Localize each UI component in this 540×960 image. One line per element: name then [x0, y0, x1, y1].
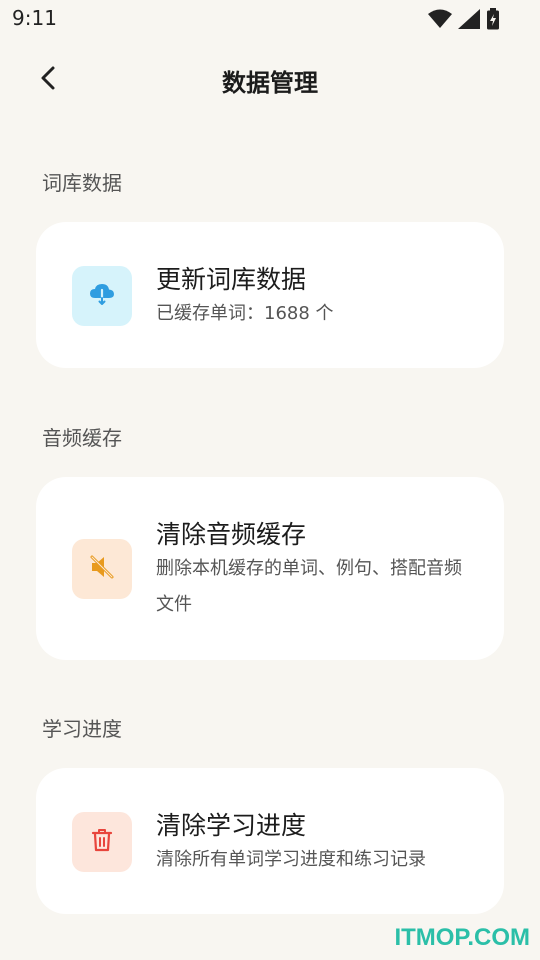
- update-dictionary-title: 更新词库数据: [156, 265, 307, 294]
- header: 数据管理: [0, 50, 540, 110]
- battery-charging-icon: [486, 8, 500, 34]
- clear-progress-icon-box: [72, 812, 132, 872]
- wifi-icon: [428, 9, 452, 33]
- clear-audio-desc: 删除本机缓存的单词、例句、搭配音频文件: [156, 558, 462, 615]
- section-title-progress: 学习进度: [42, 717, 122, 741]
- clear-progress-title: 清除学习进度: [156, 811, 307, 840]
- status-icons: [428, 8, 500, 34]
- watermark: ITMOP.COM: [394, 924, 530, 951]
- section-title-dictionary: 词库数据: [42, 171, 122, 195]
- signal-icon: [458, 9, 480, 33]
- status-time: 9:11: [12, 6, 57, 30]
- clear-progress-card[interactable]: 清除学习进度 清除所有单词学习进度和练习记录: [36, 768, 504, 914]
- trash-icon: [90, 827, 114, 857]
- update-dictionary-desc: 已缓存单词：1688 个: [156, 303, 334, 324]
- speaker-muted-icon: [88, 553, 116, 585]
- update-dictionary-card[interactable]: 更新词库数据 已缓存单词：1688 个: [36, 222, 504, 368]
- cloud-download-icon: [88, 280, 116, 312]
- update-dictionary-icon-box: [72, 266, 132, 326]
- clear-audio-icon-box: [72, 539, 132, 599]
- clear-audio-title: 清除音频缓存: [156, 520, 307, 549]
- status-bar: 9:11: [0, 0, 540, 36]
- clear-audio-cache-card[interactable]: 清除音频缓存 删除本机缓存的单词、例句、搭配音频文件: [36, 477, 504, 660]
- page-title: 数据管理: [222, 69, 318, 97]
- clear-progress-desc: 清除所有单词学习进度和练习记录: [156, 849, 426, 870]
- section-title-audio: 音频缓存: [42, 426, 122, 450]
